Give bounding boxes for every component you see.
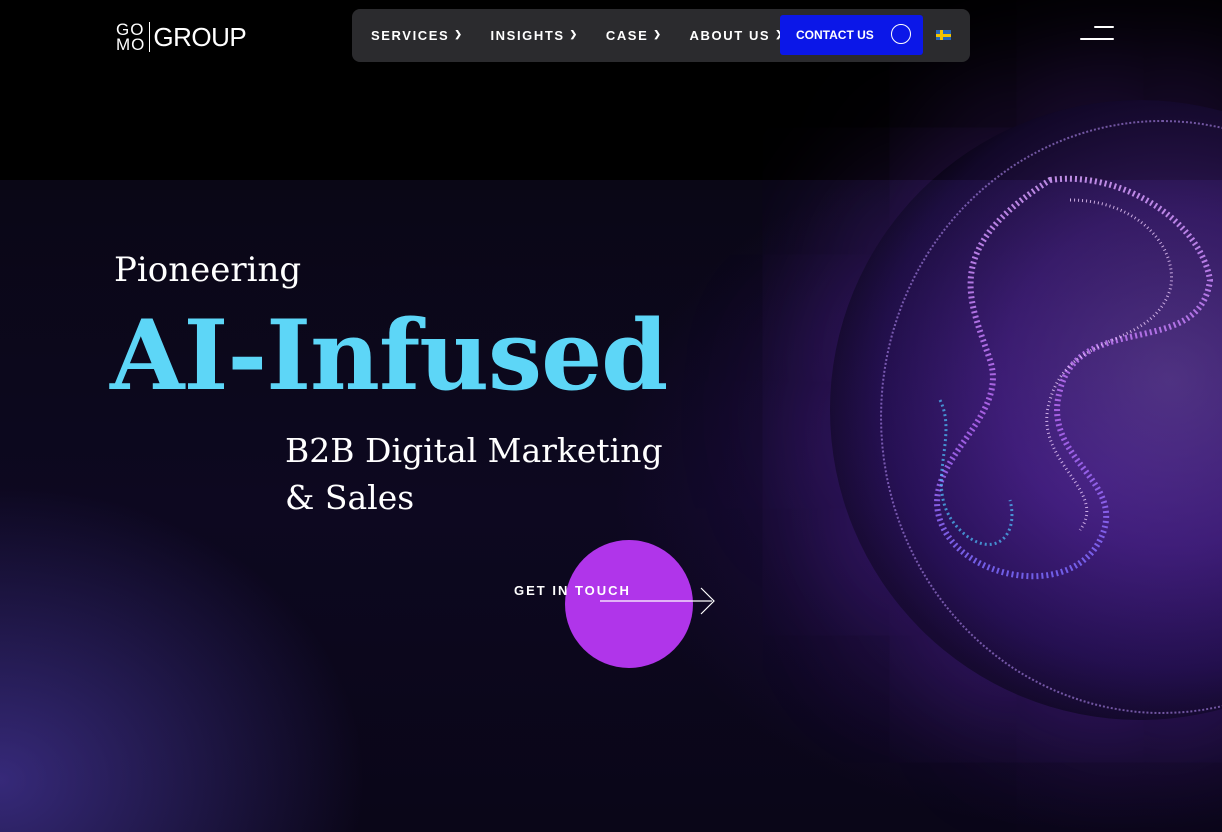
nav-item-insights[interactable]: INSIGHTS ❯ — [490, 28, 578, 43]
hamburger-menu-icon[interactable] — [1080, 24, 1116, 44]
circle-arrow-icon — [891, 24, 911, 44]
chevron-down-icon: ❯ — [454, 29, 464, 39]
chevron-down-icon: ❯ — [653, 29, 663, 39]
get-in-touch-button[interactable]: GET IN TOUCH — [514, 540, 734, 670]
nav-item-label: SERVICES — [371, 28, 450, 43]
contact-us-button[interactable]: CONTACT US — [780, 15, 923, 55]
hero-title: AI-Infused — [110, 299, 668, 412]
chevron-down-icon: ❯ — [569, 29, 579, 39]
page: GO MO GROUP SERVICES ❯ INSIGHTS ❯ CASE ❯… — [0, 0, 1222, 832]
logo-wordmark: GROUP — [153, 21, 247, 52]
hero-subtitle-line: & Sales — [285, 478, 415, 517]
main-navigation: SERVICES ❯ INSIGHTS ❯ CASE ❯ ABOUT US ❯ … — [352, 9, 970, 62]
logo-mark-bottom: MO — [116, 35, 146, 54]
contact-us-label: CONTACT US — [796, 28, 874, 42]
nav-item-case[interactable]: CASE ❯ — [606, 28, 663, 43]
site-logo[interactable]: GO MO GROUP — [116, 20, 247, 54]
nav-item-about-us[interactable]: ABOUT US ❯ — [690, 28, 785, 43]
arrow-right-icon — [600, 587, 715, 615]
nav-item-services[interactable]: SERVICES ❯ — [371, 28, 463, 43]
hero-eyebrow: Pioneering — [114, 250, 302, 290]
nav-item-label: INSIGHTS — [490, 28, 565, 43]
hero-subtitle: B2B Digital Marketing & Sales — [285, 427, 663, 521]
swedish-flag-icon[interactable] — [936, 30, 951, 40]
particle-swirl-graphic — [934, 175, 1214, 580]
nav-item-label: CASE — [605, 28, 649, 43]
logo-mark: GO MO — [116, 21, 151, 54]
nav-item-label: ABOUT US — [689, 28, 771, 43]
hero-subtitle-line: B2B Digital Marketing — [285, 431, 663, 470]
